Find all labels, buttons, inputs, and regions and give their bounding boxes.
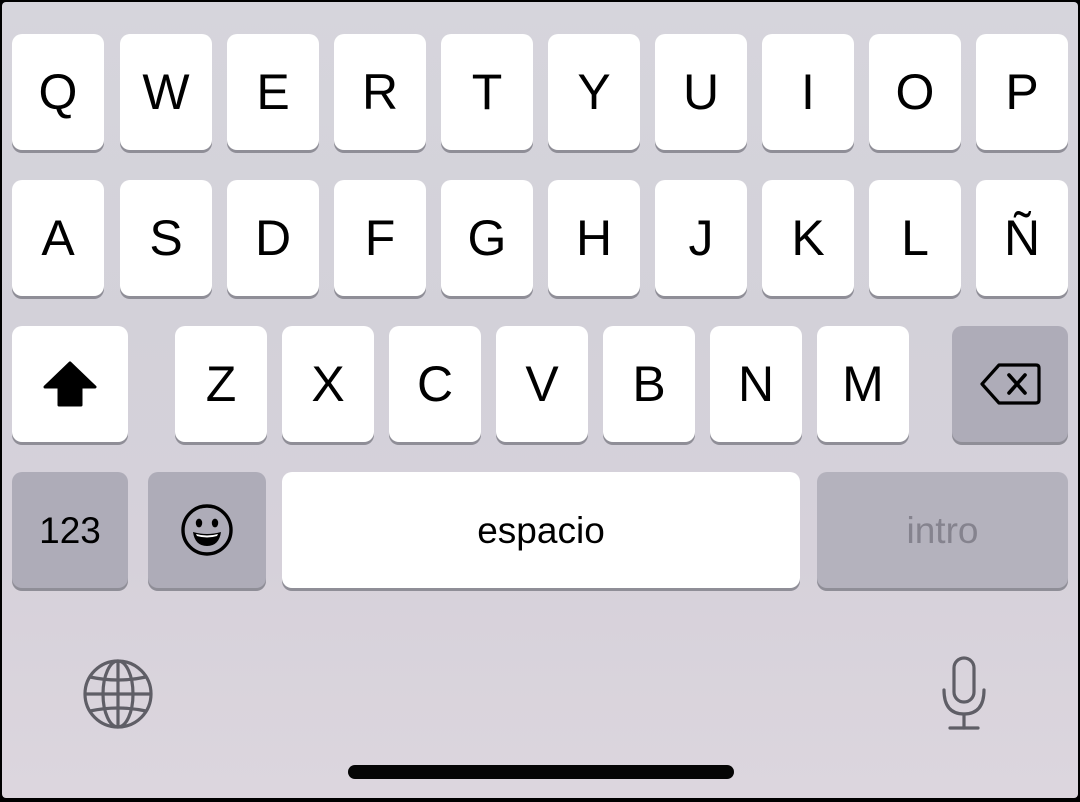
key-label: C (416, 356, 454, 412)
key-p[interactable]: P (976, 34, 1068, 150)
key-label: D (254, 210, 292, 266)
key-u[interactable]: U (655, 34, 747, 150)
microphone-icon (936, 654, 992, 732)
key-v[interactable]: V (496, 326, 588, 442)
key-label: O (895, 64, 935, 120)
globe-icon (81, 657, 155, 731)
home-indicator (348, 765, 734, 779)
key-label: J (688, 210, 714, 266)
key-x[interactable]: X (282, 326, 374, 442)
key-j[interactable]: J (655, 180, 747, 296)
space-key[interactable]: espacio (282, 472, 800, 588)
space-key-label: espacio (477, 509, 605, 551)
backspace-icon (979, 362, 1041, 406)
key-k[interactable]: K (762, 180, 854, 296)
key-d[interactable]: D (227, 180, 319, 296)
key-a[interactable]: A (12, 180, 104, 296)
key-label: U (682, 64, 720, 120)
key-label: M (842, 356, 884, 412)
key-label: I (801, 64, 815, 120)
key-l[interactable]: L (869, 180, 961, 296)
key-label: G (467, 210, 507, 266)
key-r[interactable]: R (334, 34, 426, 150)
key-h[interactable]: H (548, 180, 640, 296)
key-label: S (149, 210, 183, 266)
key-label: T (471, 64, 503, 120)
key-z[interactable]: Z (175, 326, 267, 442)
key-label: X (311, 356, 345, 412)
key-n[interactable]: N (710, 326, 802, 442)
key-label: Y (577, 64, 611, 120)
dictation-button[interactable] (924, 650, 1004, 736)
keyboard: Q W E R T Y U I O P A S D F G H J K L Ñ … (2, 2, 1078, 798)
shift-arrow-up-icon (42, 360, 98, 408)
key-label: W (142, 64, 190, 120)
key-label: Z (205, 356, 237, 412)
key-w[interactable]: W (120, 34, 212, 150)
numbers-key-label: 123 (39, 509, 101, 551)
key-label: F (364, 210, 396, 266)
key-label: A (41, 210, 75, 266)
key-q[interactable]: Q (12, 34, 104, 150)
key-i[interactable]: I (762, 34, 854, 150)
key-b[interactable]: B (603, 326, 695, 442)
key-f[interactable]: F (334, 180, 426, 296)
key-e[interactable]: E (227, 34, 319, 150)
key-o[interactable]: O (869, 34, 961, 150)
key-n-tilde[interactable]: Ñ (976, 180, 1068, 296)
return-key[interactable]: intro (817, 472, 1068, 588)
delete-key[interactable] (952, 326, 1068, 442)
numbers-key[interactable]: 123 (12, 472, 128, 588)
key-label: Ñ (1003, 210, 1041, 266)
key-t[interactable]: T (441, 34, 533, 150)
key-c[interactable]: C (389, 326, 481, 442)
return-key-label: intro (906, 509, 979, 551)
key-g[interactable]: G (441, 180, 533, 296)
key-label: L (901, 210, 929, 266)
key-label: K (791, 210, 825, 266)
shift-key[interactable] (12, 326, 128, 442)
smiley-face-icon (179, 502, 235, 558)
key-label: B (632, 356, 666, 412)
key-label: R (361, 64, 399, 120)
key-label: V (525, 356, 559, 412)
key-label: H (575, 210, 613, 266)
key-label: P (1005, 64, 1039, 120)
key-y[interactable]: Y (548, 34, 640, 150)
key-s[interactable]: S (120, 180, 212, 296)
emoji-key[interactable] (148, 472, 266, 588)
key-m[interactable]: M (817, 326, 909, 442)
key-label: Q (38, 64, 78, 120)
key-label: E (256, 64, 290, 120)
globe-button[interactable] (78, 654, 158, 734)
key-label: N (737, 356, 775, 412)
